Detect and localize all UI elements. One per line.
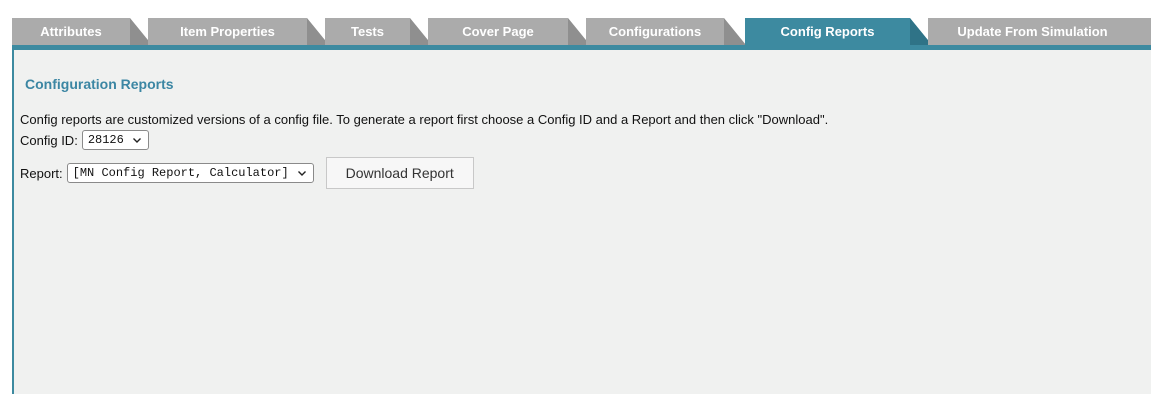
tab-label: Item Properties bbox=[180, 24, 275, 39]
report-select[interactable]: [MN Config Report, Calculator] bbox=[66, 163, 314, 183]
tab-label: Update From Simulation bbox=[957, 24, 1108, 39]
chevron-down-icon bbox=[132, 138, 141, 143]
tab-tests[interactable]: Tests bbox=[325, 18, 432, 45]
config-reports-panel: Configuration Reports Config reports are… bbox=[12, 45, 1151, 394]
config-id-select[interactable]: 28126 bbox=[81, 130, 149, 150]
description-text: Config reports are customized versions o… bbox=[20, 112, 829, 127]
report-label: Report: bbox=[20, 165, 63, 181]
tab-update-from-simulation[interactable]: Update From Simulation bbox=[928, 18, 1151, 45]
tab-configurations[interactable]: Configurations bbox=[586, 18, 746, 45]
tab-label: Configurations bbox=[608, 24, 702, 39]
tab-label: Config Reports bbox=[780, 24, 875, 39]
tab-label: Tests bbox=[351, 24, 384, 39]
tab-cover-page[interactable]: Cover Page bbox=[428, 18, 590, 45]
report-value: [MN Config Report, Calculator] bbox=[72, 166, 289, 180]
panel-title: Configuration Reports bbox=[25, 76, 174, 92]
download-report-button[interactable]: Download Report bbox=[325, 157, 474, 189]
tab-attributes[interactable]: Attributes bbox=[12, 18, 152, 45]
config-id-row: Config ID: 28126 bbox=[20, 129, 149, 151]
config-id-label: Config ID: bbox=[20, 132, 78, 148]
tab-bar: Attributes Item Properties Tests Cover P… bbox=[12, 18, 1151, 45]
window: Attributes Item Properties Tests Cover P… bbox=[0, 0, 1151, 394]
tab-item-properties[interactable]: Item Properties bbox=[148, 18, 329, 45]
report-row: Report: [MN Config Report, Calculator] D… bbox=[20, 156, 474, 190]
tab-shade bbox=[724, 18, 746, 45]
chevron-down-icon bbox=[297, 171, 306, 176]
tab-config-reports[interactable]: Config Reports bbox=[745, 18, 932, 45]
tab-label: Cover Page bbox=[462, 24, 534, 39]
tab-label: Attributes bbox=[40, 24, 102, 39]
config-id-value: 28126 bbox=[87, 133, 124, 147]
